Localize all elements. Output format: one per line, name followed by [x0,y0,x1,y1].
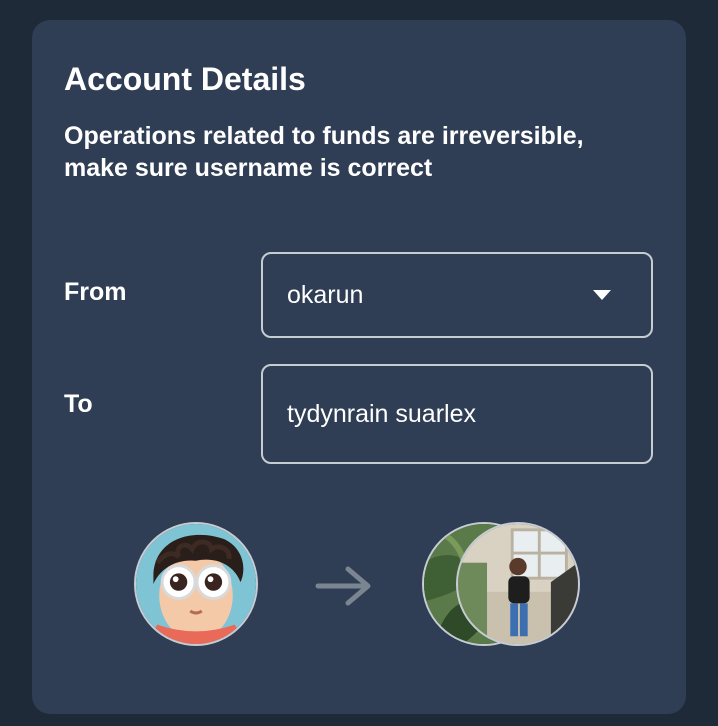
to-account-input[interactable]: tydynrain suarlex [261,364,653,464]
card-subtitle: Operations related to funds are irrevers… [64,122,584,182]
to-user-avatar [456,522,580,646]
from-account-select[interactable]: okarun [261,252,653,338]
to-user-avatar-image [458,524,578,644]
account-details-card: Account Details Operations related to fu… [32,20,686,714]
from-user-avatar-image [136,524,256,644]
caret-down-icon [593,290,611,300]
from-label: From [64,278,127,306]
card-title: Account Details [64,61,306,97]
to-label: To [64,390,93,418]
from-user-avatar [134,522,258,646]
from-account-value: okarun [287,280,364,309]
to-account-value: tydynrain suarlex [287,399,476,428]
arrow-right-icon [315,566,371,606]
